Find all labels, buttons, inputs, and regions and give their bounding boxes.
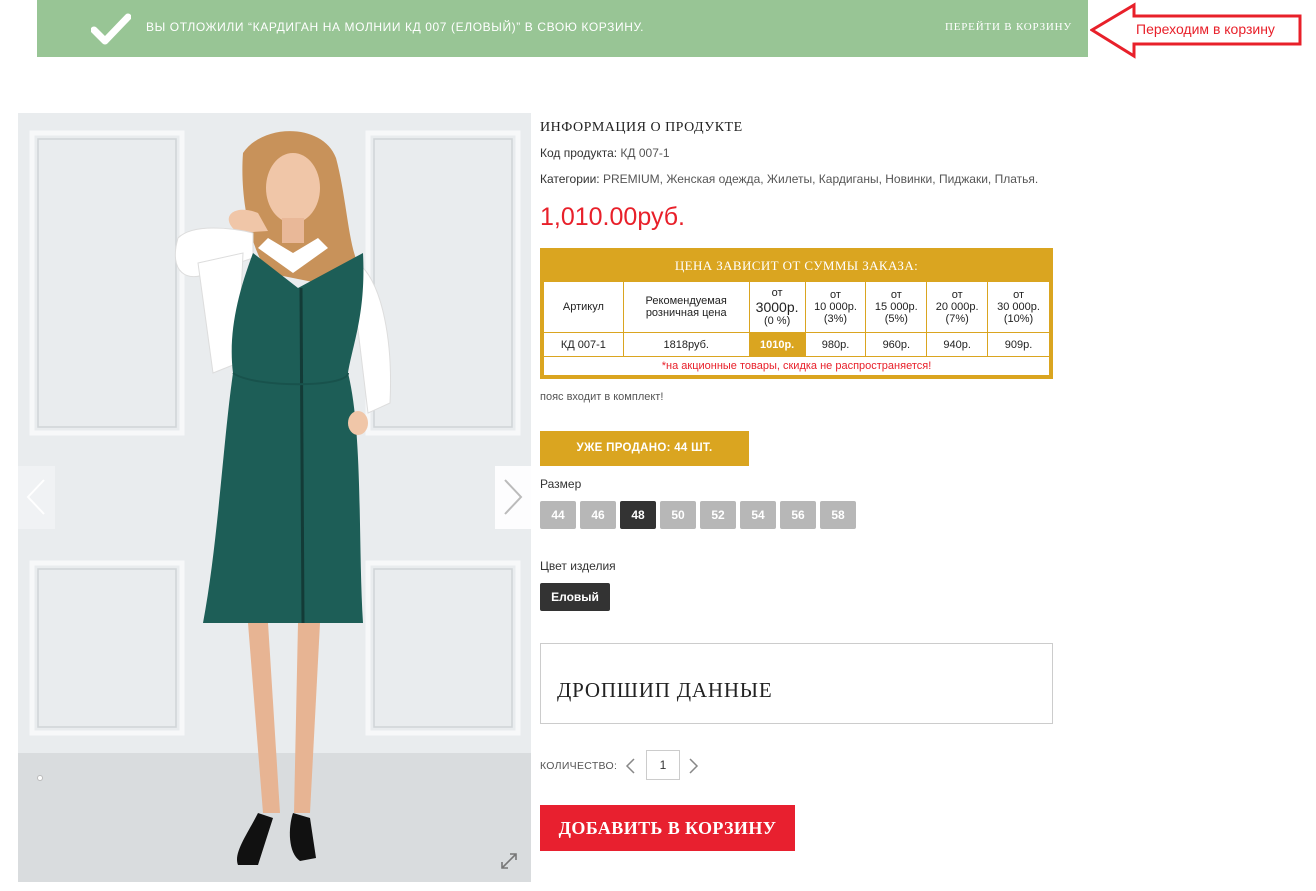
color-label: Цвет изделия: [540, 559, 616, 573]
tier-amount: 30 000р.: [997, 301, 1040, 313]
sold-count-badge: УЖЕ ПРОДАНО: 44 ШТ.: [540, 431, 749, 466]
price-table-note: *на акционные товары, скидка не распрост…: [543, 356, 1050, 376]
quantity-label: КОЛИЧЕСТВО:: [540, 760, 618, 772]
quantity-input[interactable]: 1: [646, 750, 680, 780]
tier-discount: (0 %): [763, 315, 791, 327]
col-tier-2: от 10 000р. (3%): [804, 281, 867, 333]
col-tier-5: от 30 000р. (10%): [987, 281, 1050, 333]
col-tier-4: от 20 000р. (7%): [926, 281, 989, 333]
category-link[interactable]: PREMIUM: [603, 172, 660, 186]
tier-from: от: [890, 289, 902, 301]
quantity-increase-icon[interactable]: [686, 757, 700, 775]
category-link[interactable]: Женская одежда: [666, 172, 760, 186]
product-categories: Категории: PREMIUM, Женская одежда, Жиле…: [540, 172, 1039, 186]
tier-amount: 20 000р.: [935, 301, 979, 313]
product-image-gallery: [18, 113, 531, 882]
cell-tier-2-price: 980р.: [804, 332, 867, 357]
tier-from: от: [951, 289, 963, 301]
product-code: Код продукта: КД 007-1: [540, 146, 670, 160]
tier-discount: (5%): [884, 313, 908, 325]
col-retail: Рекомендуемая розничная цена: [622, 281, 750, 333]
size-option-52[interactable]: 52: [700, 501, 736, 529]
category-link[interactable]: Пиджаки: [939, 172, 988, 186]
table-row: КД 007-1 1818руб. 1010р. 980р. 960р. 940…: [543, 332, 1050, 357]
size-option-50[interactable]: 50: [660, 501, 696, 529]
add-to-cart-button[interactable]: ДОБАВИТЬ В КОРЗИНУ: [540, 805, 795, 851]
quantity-decrease-icon[interactable]: [624, 757, 638, 775]
product-price: 1,010.00руб.: [540, 203, 685, 231]
product-info-title: ИНФОРМАЦИЯ О ПРОДУКТЕ: [540, 120, 743, 135]
annotation-text: Переходим в корзину: [1136, 21, 1275, 37]
gallery-prev-button[interactable]: [18, 466, 55, 529]
color-option-selected[interactable]: Еловый: [540, 583, 610, 611]
cell-tier-1-price: 1010р.: [748, 332, 806, 357]
dropship-title: ДРОПШИП ДАННЫЕ: [557, 678, 773, 702]
size-label: Размер: [540, 477, 582, 491]
cart-notice-bar: Вы отложили “Кардиган на молнии КД 007 (…: [37, 0, 1088, 57]
tier-amount: 15 000р.: [874, 301, 918, 313]
tier-amount: 10 000р.: [814, 301, 857, 313]
gallery-next-button[interactable]: [495, 466, 531, 529]
tiered-price-table: ЦЕНА ЗАВИСИТ ОТ СУММЫ ЗАКАЗА: Артикул Ре…: [540, 248, 1053, 379]
tier-from: от: [1013, 289, 1024, 301]
col-tier-3: от 15 000р. (5%): [865, 281, 928, 333]
dropship-section[interactable]: ДРОПШИП ДАННЫЕ: [540, 643, 1053, 724]
tier-from: от: [771, 287, 783, 299]
tier-amount: 3000р.: [755, 299, 799, 315]
col-article: Артикул: [543, 281, 624, 333]
price-table-grid: Артикул Рекомендуемая розничная цена от …: [543, 281, 1050, 376]
chevron-left-icon: [26, 479, 45, 515]
belt-included-note: пояс входит в комплект!: [540, 391, 664, 403]
view-cart-link[interactable]: Перейти в корзину: [945, 21, 1072, 33]
col-tier-1: от 3000р. (0 %): [748, 281, 806, 333]
tier-discount: (10%): [1003, 313, 1034, 325]
size-option-58[interactable]: 58: [820, 501, 856, 529]
category-link[interactable]: Платья: [995, 172, 1035, 186]
tier-discount: (7%): [945, 313, 969, 325]
size-option-48[interactable]: 48: [620, 501, 656, 529]
categories-label: Категории:: [540, 172, 600, 186]
size-option-46[interactable]: 46: [580, 501, 616, 529]
cell-article: КД 007-1: [543, 332, 624, 357]
size-option-56[interactable]: 56: [780, 501, 816, 529]
category-link[interactable]: Новинки: [885, 172, 932, 186]
gallery-dot-indicator[interactable]: [37, 775, 43, 781]
cart-notice-message: Вы отложили “Кардиган на молнии КД 007 (…: [146, 20, 645, 34]
tier-discount: (3%): [823, 313, 848, 325]
category-link[interactable]: Жилеты: [767, 172, 812, 186]
tier-from: от: [830, 289, 841, 301]
size-option-54[interactable]: 54: [740, 501, 776, 529]
checkmark-icon: [91, 13, 131, 45]
category-link[interactable]: Кардиганы: [819, 172, 879, 186]
price-table-title: ЦЕНА ЗАВИСИТ ОТ СУММЫ ЗАКАЗА:: [674, 258, 919, 273]
product-code-label: Код продукта:: [540, 146, 618, 160]
chevron-right-icon: [504, 479, 523, 515]
cell-tier-4-price: 940р.: [926, 332, 989, 357]
size-option-44[interactable]: 44: [540, 501, 576, 529]
product-photo: [18, 113, 531, 882]
col-retail-line2: розничная цена: [645, 307, 727, 319]
cell-retail: 1818руб.: [622, 332, 750, 357]
col-retail-line1: Рекомендуемая: [645, 295, 727, 307]
product-code-value: КД 007-1: [620, 146, 670, 160]
expand-icon[interactable]: [500, 852, 518, 870]
cell-tier-3-price: 960р.: [865, 332, 928, 357]
cell-tier-5-price: 909р.: [987, 332, 1050, 357]
size-selector: 44 46 48 50 52 54 56 58: [540, 501, 856, 529]
